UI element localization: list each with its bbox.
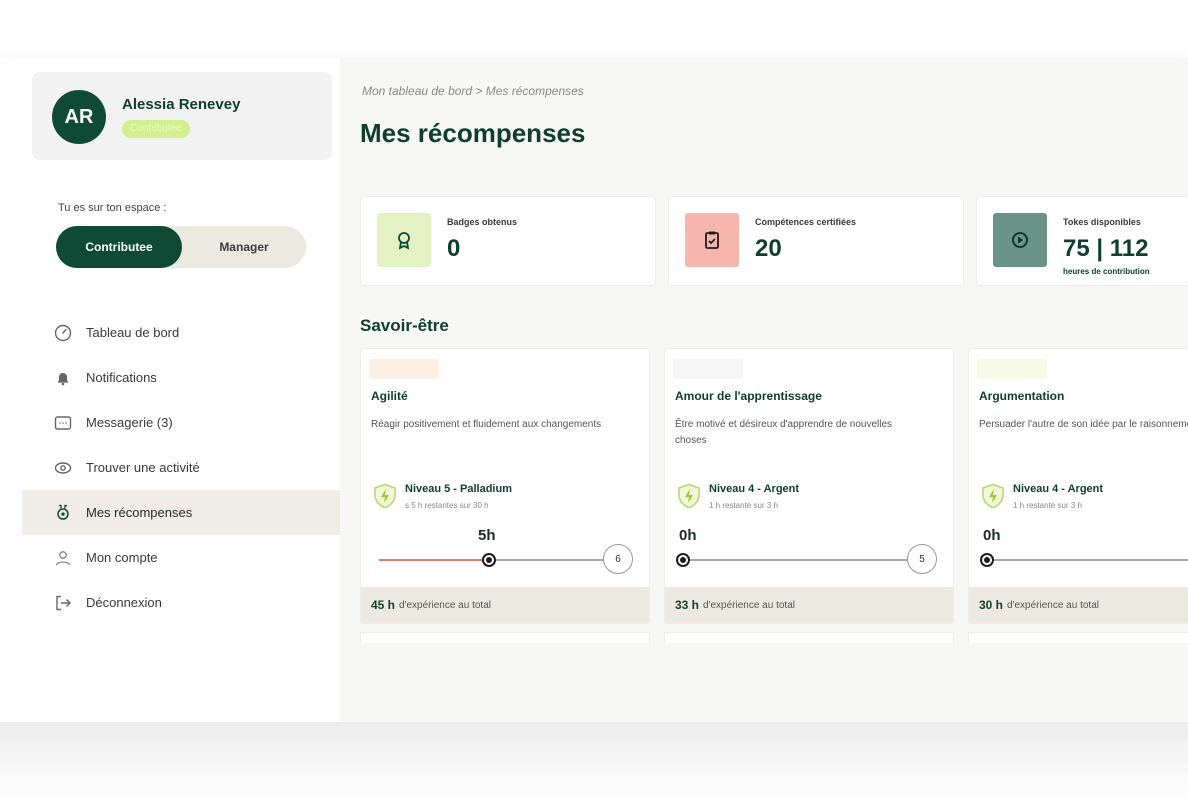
level-name: Niveau 4 - Argent	[709, 483, 800, 495]
space-option-contributee[interactable]: Contributee	[56, 226, 182, 268]
next-card-stub	[968, 632, 1188, 643]
shield-bolt-icon	[374, 483, 396, 509]
award-icon	[54, 504, 72, 522]
token-icon	[993, 213, 1047, 267]
skill-title: Argumentation	[979, 389, 1065, 403]
logout-icon	[54, 594, 72, 612]
sidebar-item-label: Déconnexion	[86, 595, 162, 610]
skill-card-argumentation[interactable]: Argumentation Persuader l'autre de son i…	[968, 348, 1188, 624]
sidebar-item-logout[interactable]: Déconnexion	[22, 580, 340, 625]
current-hours: 0h	[983, 527, 1001, 544]
skill-title: Amour de l'apprentissage	[675, 389, 822, 403]
target-level-marker: 5	[907, 544, 937, 574]
progress-knob[interactable]	[980, 553, 994, 567]
skill-tag	[977, 359, 1047, 379]
sidebar-item-label: Mon compte	[86, 550, 158, 565]
stat-card-badges: Badges obtenus 0	[360, 196, 656, 286]
progress-knob[interactable]	[482, 553, 497, 567]
app-window: AR Alessia Renevey Contributee Tu es sur…	[0, 58, 1188, 722]
stat-value: 75 | 112	[1063, 235, 1149, 262]
total-hours-text: d'expérience au total	[703, 599, 795, 611]
target-level-marker: 6	[603, 544, 633, 574]
sidebar-item-notifications[interactable]: Notifications	[22, 355, 340, 400]
current-hours: 0h	[679, 527, 697, 544]
skill-footer: 30 h d'expérience au total	[969, 587, 1188, 623]
level-remaining: 1 h restante sur 3 h	[1013, 501, 1082, 510]
level-name: Niveau 5 - Palladium	[405, 483, 512, 495]
dashboard-gauge-icon	[54, 324, 72, 342]
shield-bolt-icon	[982, 483, 1004, 509]
total-hours: 33 h	[675, 598, 700, 612]
level-remaining: 1 h restante sur 3 h	[709, 501, 778, 510]
progress-fill	[379, 559, 490, 561]
total-hours-text: d'expérience au total	[1007, 599, 1099, 611]
page-title: Mes récompenses	[360, 118, 586, 148]
ribbon-icon	[377, 213, 431, 267]
skill-description: Être motivé et désireux d'apprendre de n…	[675, 419, 893, 446]
stat-value: 0	[447, 235, 461, 262]
sidebar-item-label: Notifications	[86, 370, 157, 385]
stat-card-tokes: Tokes disponibles 75 | 112 heures de con…	[976, 196, 1188, 286]
sidebar-nav: Tableau de bord Notifications Messagerie…	[22, 310, 340, 625]
total-hours: 30 h	[979, 598, 1004, 612]
role-badge: Contributee	[122, 120, 190, 138]
stat-subtext: heures de contribution	[1063, 267, 1150, 276]
level-name: Niveau 4 - Argent	[1013, 483, 1104, 495]
level-remaining: s 5 h restantes sur 30 h	[405, 501, 489, 510]
clipboard-check-icon	[685, 213, 739, 267]
sidebar-item-messages[interactable]: Messagerie (3)	[22, 400, 340, 445]
skill-description: Réagir positivement et fluidement aux ch…	[371, 419, 602, 430]
progress-track	[980, 553, 1188, 567]
profile-name: Alessia Renevey	[122, 96, 241, 113]
sidebar-item-label: Tableau de bord	[86, 325, 180, 340]
skill-title: Agilité	[371, 389, 408, 403]
sidebar-item-label: Trouver une activité	[86, 460, 200, 475]
sidebar-item-dashboard[interactable]: Tableau de bord	[22, 310, 340, 355]
sidebar-item-label: Mes récompenses	[86, 505, 193, 520]
avatar: AR	[52, 90, 106, 144]
progress-track: 6	[379, 544, 633, 574]
sidebar-item-rewards[interactable]: Mes récompenses	[22, 490, 340, 535]
sidebar-item-label: Messagerie (3)	[86, 415, 173, 430]
breadcrumb[interactable]: Mon tableau de bord > Mes récompenses	[362, 84, 584, 98]
stat-value: 20	[755, 235, 782, 262]
shield-bolt-icon	[678, 483, 700, 509]
page-backdrop-bottom	[0, 722, 1188, 800]
sidebar-item-account[interactable]: Mon compte	[22, 535, 340, 580]
bell-icon	[54, 369, 72, 387]
current-hours: 5h	[478, 527, 496, 544]
progress-knob[interactable]	[676, 553, 690, 567]
space-option-manager[interactable]: Manager	[182, 226, 306, 268]
total-hours-text: d'expérience au total	[399, 599, 491, 611]
space-label: Tu es sur ton espace :	[58, 202, 167, 214]
message-icon	[54, 414, 72, 432]
sidebar-item-find-activity[interactable]: Trouver une activité	[22, 445, 340, 490]
main-content: Mon tableau de bord > Mes récompenses Me…	[340, 58, 1188, 722]
next-card-stub	[360, 632, 650, 643]
user-icon	[54, 549, 72, 567]
sidebar: AR Alessia Renevey Contributee Tu es sur…	[22, 58, 341, 638]
stat-label: Badges obtenus	[447, 217, 518, 227]
skill-card-agilite[interactable]: Agilité Réagir positivement et fluidemen…	[360, 348, 650, 624]
stat-card-skills: Compétences certifiées 20	[668, 196, 964, 286]
eye-icon	[54, 459, 72, 477]
space-switch: Contributee Manager	[56, 226, 306, 268]
total-hours: 45 h	[371, 598, 396, 612]
stat-label: Tokes disponibles	[1063, 217, 1141, 227]
skill-tag	[369, 359, 439, 379]
next-card-stub	[664, 632, 954, 643]
section-title: Savoir-être	[360, 316, 449, 335]
progress-track: 5	[676, 544, 937, 574]
skill-footer: 45 h d'expérience au total	[361, 587, 649, 623]
skill-footer: 33 h d'expérience au total	[665, 587, 953, 623]
stat-label: Compétences certifiées	[755, 217, 857, 227]
skill-description: Persuader l'autre de son idée par le rai…	[979, 419, 1188, 430]
page-backdrop-top	[0, 0, 1188, 58]
skill-card-amour-apprentissage[interactable]: Amour de l'apprentissage Être motivé et …	[664, 348, 954, 624]
skill-tag	[673, 359, 743, 379]
profile-card: AR Alessia Renevey Contributee	[32, 72, 332, 160]
